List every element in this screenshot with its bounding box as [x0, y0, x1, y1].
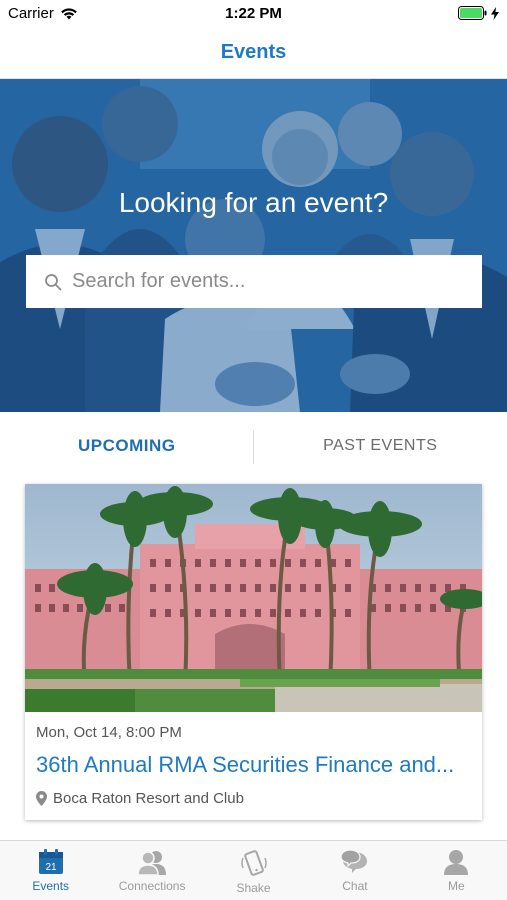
tab-bar-me[interactable]: Me [406, 841, 507, 900]
calendar-icon-day: 21 [45, 862, 57, 873]
tab-past-events[interactable]: PAST EVENTS [254, 412, 507, 480]
hero-overlay [0, 79, 507, 412]
status-time: 1:22 PM [225, 5, 282, 22]
tab-bar-label: Shake [236, 881, 271, 895]
battery-icon [458, 6, 487, 20]
nav-bar: Events [0, 28, 507, 79]
tab-bar-label: Chat [342, 879, 368, 893]
tab-bar-connections[interactable]: Connections [101, 841, 202, 900]
event-date: Mon, Oct 14, 8:00 PM [36, 724, 182, 741]
event-location: Boca Raton Resort and Club [36, 790, 244, 807]
status-battery [458, 6, 499, 20]
events-screen: Carrier 1:22 PM Events Looking for an ev… [0, 0, 507, 900]
calendar-icon: 21 [38, 849, 63, 874]
person-icon [444, 850, 469, 875]
event-card[interactable]: Mon, Oct 14, 8:00 PM 36th Annual RMA Sec… [25, 484, 482, 820]
tab-bar-chat[interactable]: Chat [304, 841, 405, 900]
location-pin-icon [36, 791, 47, 806]
hero-title: Looking for an event? [118, 187, 389, 218]
charging-icon [491, 6, 499, 20]
tab-bar-label: Me [447, 879, 465, 893]
tab-bar-label: Connections [118, 879, 186, 893]
tab-bar: 21 Events Connections Shake Chat Me [0, 840, 507, 900]
search-icon [45, 273, 62, 290]
event-list: Mon, Oct 14, 8:00 PM 36th Annual RMA Sec… [0, 480, 507, 840]
search-input[interactable] [72, 270, 452, 293]
tab-bar-label: Events [32, 879, 70, 893]
resort-photo [25, 484, 482, 712]
status-bar: Carrier 1:22 PM [0, 0, 507, 28]
phone-shake-icon [240, 850, 267, 876]
hero-banner: Looking for an event? [0, 79, 507, 412]
tab-divider [253, 430, 254, 464]
search-box[interactable] [26, 255, 482, 308]
event-tabs: UPCOMING PAST EVENTS [0, 412, 507, 480]
event-title[interactable]: 36th Annual RMA Securities Finance and..… [36, 752, 476, 778]
tab-upcoming[interactable]: UPCOMING [0, 412, 254, 480]
event-image [25, 484, 482, 712]
people-icon [137, 851, 167, 875]
tab-bar-shake[interactable]: Shake [203, 841, 304, 900]
page-title: Events [220, 41, 287, 63]
chat-bubbles-icon [340, 849, 367, 873]
tab-bar-events[interactable]: 21 Events [0, 841, 101, 900]
event-location-label: Boca Raton Resort and Club [53, 790, 244, 807]
